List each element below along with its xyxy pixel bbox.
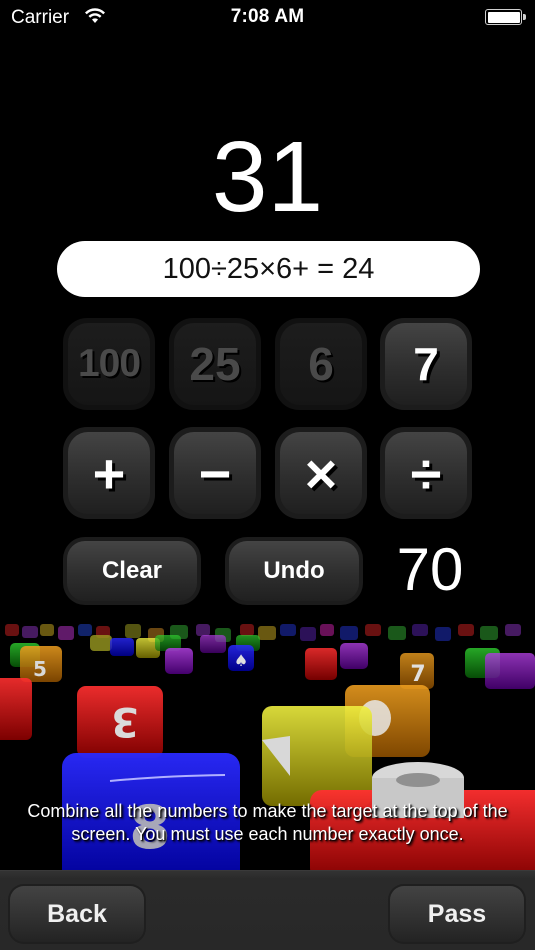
current-result: 70 — [396, 536, 464, 603]
clear-button[interactable]: Clear — [63, 537, 201, 605]
clock: 7:08 AM — [230, 6, 305, 27]
number-tile-6[interactable]: 6 — [275, 318, 367, 410]
minus-icon: − — [198, 441, 232, 505]
pass-button[interactable]: Pass — [388, 884, 526, 944]
svg-text:3: 3 — [111, 698, 139, 744]
number-tile-label: 25 — [189, 338, 241, 390]
instructions-text: Combine all the numbers to make the targ… — [27, 801, 508, 844]
bottom-toolbar: Back Pass — [0, 870, 535, 950]
operator-divide-button[interactable]: ÷ — [380, 427, 472, 519]
undo-button[interactable]: Undo — [225, 537, 363, 605]
target-number: 31 — [211, 121, 324, 233]
pass-button-label: Pass — [390, 886, 524, 942]
operator-multiply-button[interactable]: × — [275, 427, 367, 519]
clear-button-label: Clear — [67, 541, 197, 601]
svg-text:♠: ♠ — [234, 651, 248, 670]
back-button[interactable]: Back — [8, 884, 146, 944]
back-button-label: Back — [10, 886, 144, 942]
undo-button-label: Undo — [229, 541, 359, 601]
number-tile-label: 6 — [308, 338, 334, 390]
number-tile-label: 7 — [413, 338, 439, 390]
svg-text:7: 7 — [410, 662, 425, 687]
number-tile-25[interactable]: 25 — [169, 318, 261, 410]
operator-plus-button[interactable]: + — [63, 427, 155, 519]
multiply-icon: × — [304, 441, 338, 505]
expression-display: 100÷25×6+ = 24 — [57, 241, 480, 297]
plus-icon: + — [92, 441, 126, 505]
operator-minus-button[interactable]: − — [169, 427, 261, 519]
svg-text:5: 5 — [33, 657, 47, 681]
number-tile-label: 100 — [77, 342, 141, 385]
battery-full-icon — [485, 9, 526, 25]
status-bar: Carrier 7:08 AM — [0, 0, 535, 36]
number-tile-100[interactable]: 100 — [63, 318, 155, 410]
number-tile-7[interactable]: 7 — [380, 318, 472, 410]
divide-icon: ÷ — [410, 441, 442, 505]
